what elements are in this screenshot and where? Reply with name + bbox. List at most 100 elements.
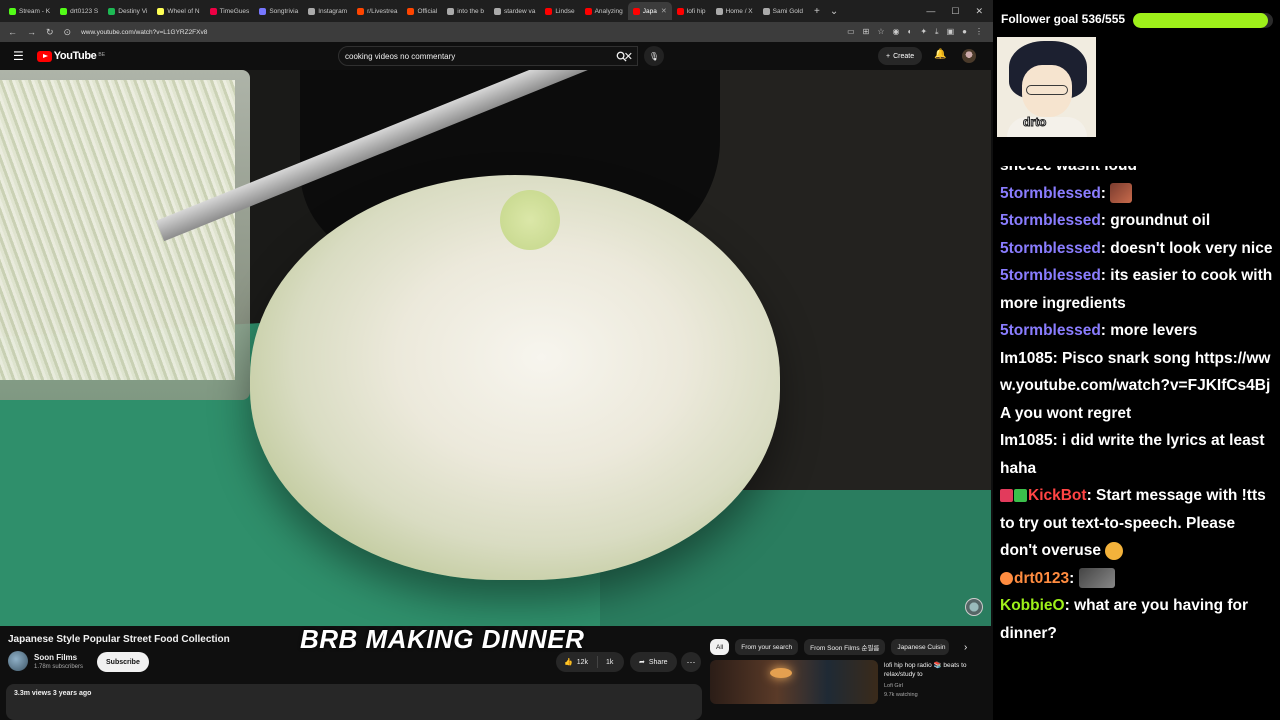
chat-username[interactable]: KickBot	[1028, 487, 1087, 504]
tab-search-icon[interactable]: ⌄	[830, 6, 838, 17]
browser-tab[interactable]: into the b	[442, 2, 489, 20]
download-icon[interactable]: ⤓	[935, 27, 939, 37]
forward-icon[interactable]: →	[27, 27, 36, 37]
menu-icon[interactable]: ☰	[13, 49, 24, 63]
filter-chip[interactable]: From Soon Films 순필름	[804, 639, 886, 655]
browser-tab[interactable]: Official	[402, 2, 442, 20]
tab-label: Songtrivia	[269, 7, 299, 15]
site-info-icon[interactable]: ⊙	[64, 27, 72, 38]
browser-tab[interactable]: r/Livestrea	[352, 2, 402, 20]
search-input[interactable]: cooking videos no commentary ✕	[338, 46, 638, 66]
screen: Stream - K drt0123 S Destiny Vi Wheel of N T…	[0, 0, 1280, 720]
tab-favicon-icon	[357, 7, 365, 15]
browser-tab[interactable]: Stream - K	[4, 2, 55, 20]
install-icon[interactable]: ⊞	[863, 27, 870, 37]
tab-label: Lindse	[555, 7, 575, 15]
notifications-bell-icon[interactable]: 🔔	[934, 49, 946, 60]
chat-message: 5tormblessed: more levers	[1000, 322, 1198, 339]
chat-username[interactable]: 5tormblessed	[1000, 185, 1101, 202]
tab-label: Wheel of N	[167, 7, 200, 15]
browser-tab[interactable]: Songtrivia	[254, 2, 303, 20]
more-dots-icon: ⋯	[686, 656, 696, 667]
youtube-logo[interactable]: YouTube BE	[36, 50, 105, 62]
browser-tab[interactable]: Analyzing	[580, 2, 628, 20]
browser-tab[interactable]: Destiny Vi	[103, 2, 152, 20]
extension-icon-2[interactable]: ◐	[908, 27, 913, 37]
browser-tab[interactable]: Home / X	[711, 2, 758, 20]
tab-favicon-icon	[407, 7, 415, 15]
filter-chip[interactable]: From your search	[735, 639, 799, 655]
chat-username[interactable]: 5tormblessed	[1000, 267, 1101, 284]
account-avatar[interactable]	[962, 49, 976, 63]
minimize-icon[interactable]: —	[926, 6, 935, 17]
cast-icon[interactable]: ▭	[847, 27, 855, 37]
close-window-icon[interactable]: ✕	[975, 6, 983, 17]
channel-avatar[interactable]	[8, 651, 28, 671]
chevron-right-icon[interactable]: ›	[964, 642, 967, 653]
chat-partial-line: sneeze wasnt loud	[1000, 166, 1276, 180]
reco-watching: 9.7k watching	[884, 692, 918, 698]
share-button[interactable]: ➦ Share	[630, 652, 677, 672]
chat-text: groundnut oil	[1110, 212, 1211, 229]
dislike-count: 1k	[606, 658, 614, 666]
profile-icon[interactable]: ●	[962, 27, 967, 37]
browser-tab[interactable]: Japa ✕	[627, 2, 672, 20]
youtube-header: ☰ YouTube BE cooking videos no commentar…	[0, 42, 993, 70]
pin-badge-icon	[1000, 489, 1013, 503]
search-button[interactable]	[606, 46, 636, 66]
reload-icon[interactable]: ↻	[46, 27, 54, 38]
window-controls: — ☐ ✕	[926, 6, 993, 17]
browser-tab[interactable]: stardew va	[489, 2, 540, 20]
browser-tab[interactable]: Instagram	[303, 2, 352, 20]
create-button[interactable]: + Create	[878, 47, 923, 65]
extensions-puzzle-icon[interactable]: ✦	[920, 27, 927, 37]
follower-goal-bar	[1133, 13, 1273, 28]
chat-username[interactable]: 5tormblessed	[1000, 212, 1101, 229]
like-button[interactable]: 👍 12k	[556, 656, 598, 668]
chat-username[interactable]: 5tormblessed	[1000, 240, 1101, 257]
tab-favicon-icon	[447, 7, 455, 15]
channel-name[interactable]: Soon Films	[34, 653, 77, 662]
description-box[interactable]: 3.3m views 3 years ago	[6, 684, 702, 720]
chat-username[interactable]: 5tormblessed	[1000, 322, 1101, 339]
filter-chips: All From your search From Soon Films 순필름 Ja…	[710, 639, 950, 655]
extension-icon[interactable]: ◉	[893, 27, 900, 37]
browser-tab[interactable]: Lindse	[540, 2, 579, 20]
subscribe-button[interactable]: Subscribe	[97, 652, 149, 672]
chat-message: drt0123:	[1000, 565, 1276, 593]
chat-username[interactable]: Im1085	[1000, 350, 1053, 367]
close-tab-icon[interactable]: ✕	[661, 7, 667, 15]
menu-dots-icon[interactable]: ⋮	[975, 27, 983, 37]
dislike-button[interactable]: 1k	[598, 659, 613, 666]
chat-username[interactable]: drt0123	[1014, 570, 1069, 587]
new-tab-icon[interactable]: +	[814, 6, 820, 17]
voice-search-button[interactable]: 🎙	[644, 46, 664, 66]
filter-chip[interactable]: All	[710, 639, 730, 655]
reco-title[interactable]: lofi hip hop radio 📚 beats to relax/stud…	[884, 661, 984, 679]
browser-tab[interactable]: TimeGues	[205, 2, 255, 20]
back-icon[interactable]: ←	[8, 27, 17, 37]
maximize-icon[interactable]: ☐	[951, 6, 959, 17]
tab-label: Analyzing	[594, 7, 623, 15]
video-meta: 3.3m views 3 years ago	[14, 690, 92, 697]
browser-tab[interactable]: Sami Gold	[758, 2, 808, 20]
chat-username[interactable]: Im1085	[1000, 432, 1053, 449]
reco-channel[interactable]: Lofi Girl	[884, 683, 903, 689]
smile-emoji-icon	[1105, 541, 1124, 560]
tab-favicon-icon	[715, 7, 723, 15]
chat-username[interactable]: KobbieO	[1000, 597, 1065, 614]
reco-thumbnail[interactable]	[710, 660, 878, 704]
url-field[interactable]: www.youtube.com/watch?v=L1GYRZ2FXv8	[81, 29, 837, 36]
tab-favicon-icon	[259, 7, 267, 15]
bookmark-star-icon[interactable]: ☆	[877, 27, 884, 37]
browser-tab[interactable]: lofi hip	[672, 2, 711, 20]
filter-chip[interactable]: Japanese Cuisin	[891, 639, 950, 655]
tab-label: stardew va	[503, 7, 536, 15]
sidepanel-icon[interactable]: ▣	[947, 27, 955, 37]
video-player[interactable]	[0, 70, 991, 626]
channel-watermark-icon[interactable]	[965, 598, 983, 616]
search-icon	[616, 51, 627, 62]
browser-tab[interactable]: Wheel of N	[152, 2, 204, 20]
browser-tab[interactable]: drt0123 S	[55, 2, 103, 20]
more-actions-button[interactable]: ⋯	[681, 652, 701, 672]
